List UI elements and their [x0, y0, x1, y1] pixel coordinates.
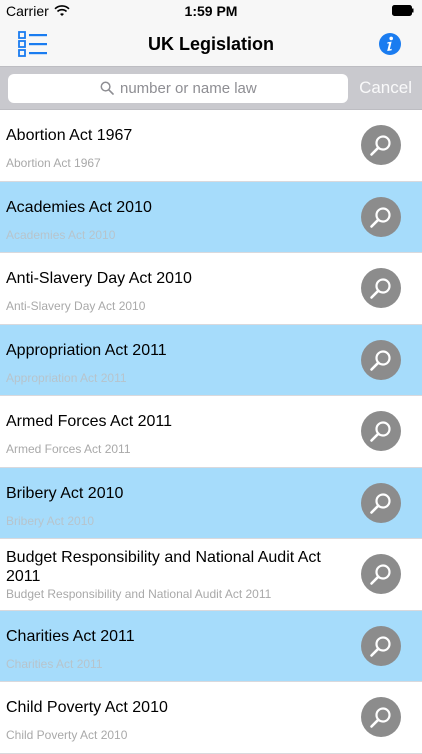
search-law-button[interactable]	[361, 339, 401, 380]
list-item[interactable]: Abortion Act 1967 Abortion Act 1967	[0, 110, 422, 182]
legislation-list: Abortion Act 1967 Abortion Act 1967 Acad…	[0, 110, 422, 754]
law-subtitle: Academies Act 2010	[6, 227, 116, 242]
magnifier-icon	[370, 278, 391, 299]
law-title: Abortion Act 1967	[6, 127, 133, 144]
search-law-button[interactable]	[361, 268, 401, 308]
magnifier-icon	[370, 564, 391, 585]
magnifier-icon	[370, 135, 391, 156]
law-title: Academies Act 2010	[6, 198, 152, 216]
search-law-button[interactable]	[361, 482, 401, 523]
magnifier-icon	[370, 707, 391, 728]
law-subtitle: Child Poverty Act 2010	[6, 728, 128, 742]
law-subtitle: Budget Responsibility and National Audit…	[6, 587, 272, 601]
search-law-button[interactable]	[361, 125, 401, 165]
magnifier-icon	[370, 349, 391, 371]
status-bar: Carrier 1:59 PM	[0, 0, 422, 22]
list-item[interactable]: Anti-Slavery Day Act 2010 Anti-Slavery D…	[0, 253, 422, 325]
law-title: Charities Act 2011	[6, 627, 135, 645]
list-item[interactable]: Bribery Act 2010 Bribery Act 2010	[0, 467, 422, 539]
search-field[interactable]	[8, 74, 348, 103]
magnifier-icon	[370, 206, 391, 228]
list-item[interactable]: Child Poverty Act 2010 Child Poverty Act…	[0, 682, 422, 754]
cancel-button[interactable]: Cancel	[359, 78, 412, 98]
navigation-bar: UK Legislation	[0, 22, 422, 66]
list-item[interactable]: Budget Responsibility and National Audit…	[0, 539, 422, 611]
search-law-button[interactable]	[361, 411, 401, 451]
law-subtitle: Bribery Act 2010	[6, 513, 95, 528]
search-law-button[interactable]	[361, 697, 401, 737]
list-item[interactable]: Charities Act 2011 Charities Act 2011	[0, 610, 422, 682]
law-subtitle: Armed Forces Act 2011	[6, 442, 131, 456]
law-title: Appropriation Act 2011	[6, 341, 167, 359]
info-icon[interactable]	[378, 32, 402, 56]
magnifier-icon	[100, 81, 114, 95]
magnifier-icon	[370, 492, 391, 514]
search-bar: Cancel	[0, 66, 422, 110]
battery-icon	[392, 5, 414, 16]
law-subtitle: Charities Act 2011	[6, 656, 103, 671]
law-title: Budget Responsibility and National Audit…	[6, 549, 321, 585]
law-title: Anti-Slavery Day Act 2010	[6, 270, 192, 287]
search-law-button[interactable]	[361, 625, 401, 666]
law-title: Bribery Act 2010	[6, 484, 124, 502]
list-item[interactable]: Appropriation Act 2011 Appropriation Act…	[0, 324, 422, 396]
magnifier-icon	[370, 421, 391, 442]
law-subtitle: Anti-Slavery Day Act 2010	[6, 299, 146, 313]
law-subtitle: Appropriation Act 2011	[6, 370, 127, 385]
law-title: Armed Forces Act 2011	[6, 413, 172, 430]
status-time: 1:59 PM	[184, 3, 238, 19]
law-subtitle: Abortion Act 1967	[6, 156, 101, 170]
search-input[interactable]	[120, 74, 340, 103]
list-item[interactable]: Armed Forces Act 2011 Armed Forces Act 2…	[0, 396, 422, 468]
search-law-button[interactable]	[361, 554, 401, 594]
law-title: Child Poverty Act 2010	[6, 699, 168, 716]
magnifier-icon	[370, 635, 391, 657]
list-item[interactable]: Academies Act 2010 Academies Act 2010	[0, 181, 422, 253]
search-law-button[interactable]	[361, 196, 401, 237]
page-title: UK Legislation	[147, 34, 274, 54]
